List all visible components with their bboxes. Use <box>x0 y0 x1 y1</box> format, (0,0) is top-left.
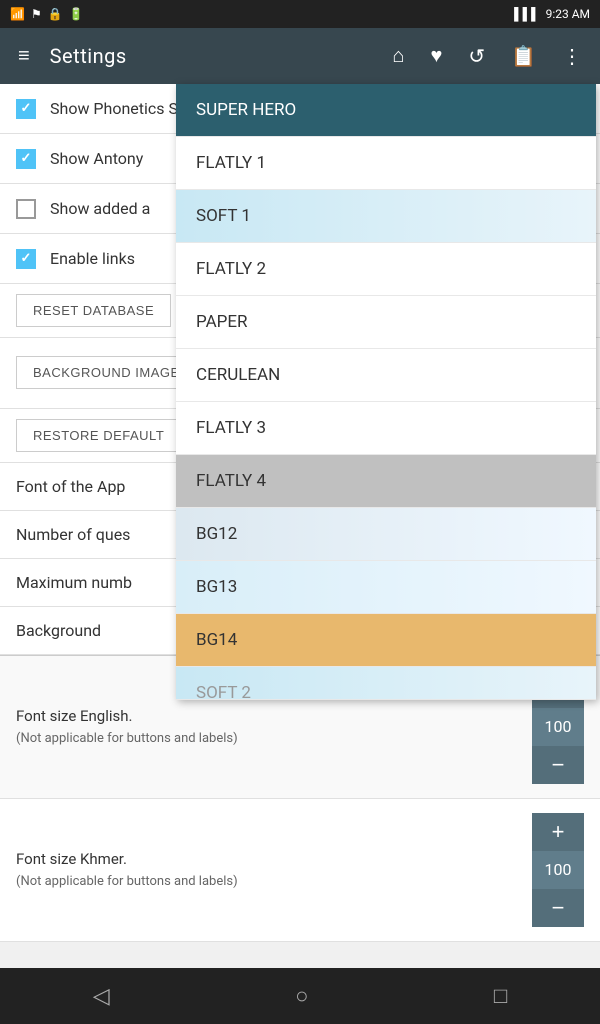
enable-links-checkbox[interactable]: ✓ <box>16 249 36 269</box>
restore-default-button[interactable]: RESTORE DEFAULT <box>16 419 181 452</box>
dropdown-item-bg12[interactable]: BG12 <box>176 508 596 561</box>
bottom-nav: ◁ ○ □ <box>0 968 600 1024</box>
dropdown-item-soft2[interactable]: SOFT 2 <box>176 667 596 700</box>
font-khmer-increase[interactable]: + <box>532 813 584 851</box>
enable-links-label: Enable links <box>50 249 135 268</box>
max-number-label: Maximum numb <box>16 573 132 592</box>
more-button[interactable]: ⋮ <box>558 40 586 73</box>
back-button[interactable]: ◁ <box>73 975 130 1017</box>
background-label: Background <box>16 621 101 640</box>
show-added-label: Show added a <box>50 199 150 218</box>
font-khmer-value: 100 <box>532 851 584 889</box>
time: 9:23 AM <box>546 7 590 21</box>
home-button[interactable]: ⌂ <box>388 41 408 72</box>
dropdown-item-flatly4[interactable]: FLATLY 4 <box>176 455 596 508</box>
font-english-label: Font size English.(Not applicable for bu… <box>16 706 532 748</box>
settings-content: ✓ Show Phonetics Symbols ✓ Show Antony S… <box>0 84 600 942</box>
signal-bars: ▌▌▌ <box>514 7 540 21</box>
dropdown-overlay: SUPER HERO FLATLY 1 SOFT 1 FLATLY 2 PAPE… <box>176 84 596 700</box>
dropdown-item-paper[interactable]: PAPER <box>176 296 596 349</box>
dropdown-item-bg13[interactable]: BG13 <box>176 561 596 614</box>
font-english-decrease[interactable]: − <box>532 746 584 784</box>
app-bar-title: Settings <box>50 44 373 68</box>
status-right: ▌▌▌ 9:23 AM <box>514 7 590 21</box>
battery-icon: 🔋 <box>69 7 84 21</box>
font-khmer-label: Font size Khmer.(Not applicable for butt… <box>16 849 532 891</box>
dropdown-item-flatly2[interactable]: FLATLY 2 <box>176 243 596 296</box>
app-bar: ≡ Settings ⌂ ♥ ↺ 📋 ⋮ <box>0 28 600 84</box>
recents-button[interactable]: □ <box>474 975 527 1017</box>
menu-button[interactable]: ≡ <box>14 41 34 72</box>
history-button[interactable]: ↺ <box>464 40 489 73</box>
dropdown-item-superhero[interactable]: SUPER HERO <box>176 84 596 137</box>
font-khmer-controls: + 100 − <box>532 813 584 927</box>
antenna-icon: 📶 <box>10 7 25 21</box>
dropdown-item-cerulean[interactable]: CERULEAN <box>176 349 596 402</box>
num-questions-label: Number of ques <box>16 525 130 544</box>
wifi-icon: ⚑ <box>31 7 42 21</box>
font-app-label: Font of the App <box>16 477 125 496</box>
antonyms-label: Show Antony <box>50 149 143 168</box>
dropdown-item-flatly1[interactable]: FLATLY 1 <box>176 137 596 190</box>
dropdown-item-flatly3[interactable]: FLATLY 3 <box>176 402 596 455</box>
dropdown-item-soft1[interactable]: SOFT 1 <box>176 190 596 243</box>
background-image-button[interactable]: BACKGROUND IMAGE <box>16 356 197 389</box>
font-khmer-row: Font size Khmer.(Not applicable for butt… <box>0 799 600 942</box>
antonyms-checkbox[interactable]: ✓ <box>16 149 36 169</box>
clipboard-button[interactable]: 📋 <box>507 40 540 73</box>
app-bar-actions: ⌂ ♥ ↺ 📋 ⋮ <box>388 40 586 73</box>
font-english-value: 100 <box>532 708 584 746</box>
lock-icon: 🔒 <box>48 7 63 21</box>
font-khmer-decrease[interactable]: − <box>532 889 584 927</box>
dropdown-item-bg14[interactable]: BG14 <box>176 614 596 667</box>
reset-database-button[interactable]: RESET DATABASE <box>16 294 171 327</box>
home-nav-button[interactable]: ○ <box>275 975 328 1017</box>
status-left: 📶 ⚑ 🔒 🔋 <box>10 7 84 21</box>
heart-button[interactable]: ♥ <box>426 41 446 72</box>
show-added-checkbox[interactable] <box>16 199 36 219</box>
status-bar: 📶 ⚑ 🔒 🔋 ▌▌▌ 9:23 AM <box>0 0 600 28</box>
phonetics-checkbox[interactable]: ✓ <box>16 99 36 119</box>
